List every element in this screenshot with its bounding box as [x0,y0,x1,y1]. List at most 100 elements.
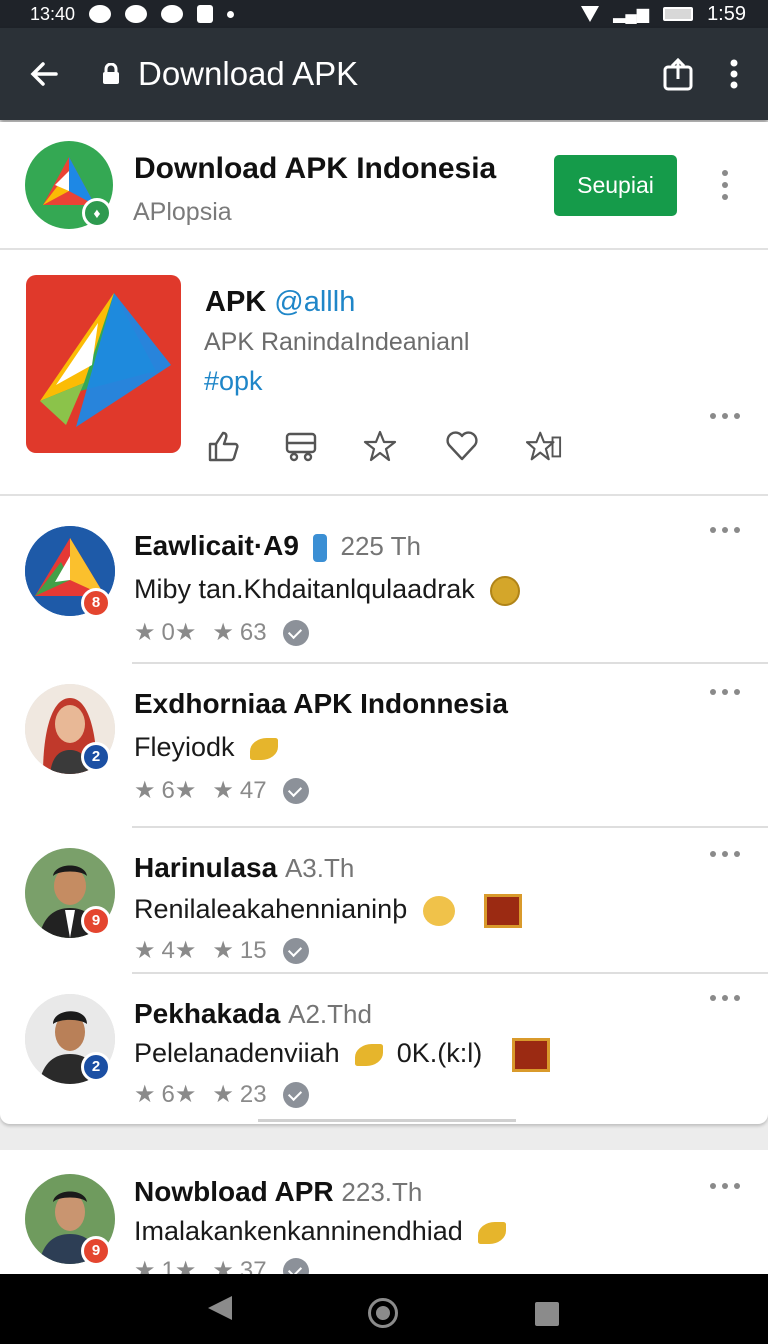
arrow-back-icon [30,62,58,86]
comment-text: Imalakankenkanninendhiad [134,1216,507,1247]
leaf-icon [250,737,279,760]
coin-icon [490,575,521,606]
comment-more-button[interactable] [710,994,740,1002]
nav-home-icon[interactable] [368,1298,398,1328]
feed-card: 9 Nowbload APR 223.Th Imalakankenkannine… [0,1150,768,1274]
comment-author: Nowbload APR 223.Th [134,1176,422,1208]
lock-icon [100,63,122,85]
list-item: 2 Exdhorniaa APK Indonnesia Fleyiodk ★ 6… [0,664,768,828]
rating-value: 1★ [161,1257,197,1274]
comment-author: Harinulasa A3.Th [134,852,354,884]
author-name[interactable]: Nowbload APR [134,1176,334,1207]
leaf-icon [478,1221,507,1244]
comment-more-button[interactable] [710,1182,740,1190]
comment-text: Pelelanadenviiah 0K.(k:l) [134,1038,550,1072]
status-bar: 13:40 ▂▄▆ 1:59 [0,0,768,28]
system-nav-bar [0,1274,768,1344]
back-button[interactable] [24,54,64,94]
like-button[interactable] [205,428,241,464]
notification-icon [197,5,214,23]
rating-value: 4★ [161,937,197,964]
status-left-text: 13:40 [30,3,76,24]
notification-icon [89,5,112,23]
nav-recents-icon[interactable] [535,1302,559,1326]
comment-body: Fleyiodk [134,732,235,762]
author-name[interactable]: Eawlicait·A9 [134,530,299,561]
share-button[interactable] [658,54,698,94]
rating-value: 0★ [161,619,197,646]
like-icon [208,431,239,462]
follow-button[interactable]: Seupiai [554,155,677,216]
app-bar: Download APK [0,28,768,120]
comment-body: Miby tan.Khdaitanlqulaadrak [134,574,475,604]
cart-button[interactable] [283,428,319,464]
comment-more-button[interactable] [710,526,740,534]
verified-check-icon[interactable] [282,1081,309,1108]
favorite-button[interactable] [362,428,398,464]
comment-extra: 0K.(k:l) [396,1038,483,1069]
list-item: 8 Eawlicait·A9 225 Th Miby tan.Khdaitanl… [0,496,768,664]
comment-text: Miby tan.Khdaitanlqulaadrak [134,574,521,606]
picture-frame-icon [484,894,523,928]
love-button[interactable] [444,428,480,464]
comment-body: Imalakankenkanninendhiad [134,1216,463,1246]
user-badge: 2 [81,1052,111,1082]
channel-subtitle: APlopsia [133,198,232,226]
star-icon: ★ [212,619,234,646]
verified-check-icon[interactable] [282,777,309,804]
comment-time: A2.Thd [288,999,372,1029]
star-icon: ★ [212,777,234,804]
more-vert-icon [730,59,738,89]
comment-body: Renilaleakahennianinþ [134,894,408,925]
author-name[interactable]: Harinulasa [134,852,277,883]
post-handle[interactable]: @alllh [274,286,355,318]
verified-badge: ♦ [82,198,112,228]
comment-time: A3.Th [284,853,355,883]
comment-author: Pekhakada A2.Thd [134,998,372,1030]
post-title: APK @alllh [205,286,355,319]
comment-text: Fleyiodk [134,732,279,763]
user-badge: 2 [81,742,111,772]
comment-more-button[interactable] [710,688,740,696]
rating-count: 63 [239,618,267,646]
scroll-indicator [258,1119,516,1122]
bottle-icon [312,533,327,562]
comment-more-button[interactable] [710,850,740,858]
channel-header: ♦ Download APK Indonesia APlopsia Seupia… [0,122,768,250]
verified-check-icon[interactable] [282,1257,309,1274]
star-icon: ★ [134,619,156,646]
post-more-button[interactable] [710,412,740,420]
star-icon: ★ [134,1257,156,1274]
post-hashtag[interactable]: #opk [204,366,263,397]
app-icon[interactable] [26,275,181,453]
rating-count: 47 [239,776,267,804]
author-name[interactable]: Exdhorniaa APK Indonnesia [134,688,508,719]
signal-icon: ▂▄▆ [613,6,650,23]
more-options-button[interactable] [724,54,744,94]
leaf-icon [355,1044,384,1066]
notification-icon [125,5,148,23]
picture-frame-icon [511,1038,550,1072]
post-title-text: APK [205,286,267,318]
verified-check-icon[interactable] [282,619,309,646]
page-title: Download APK [138,55,359,92]
verified-check-icon[interactable] [282,937,309,964]
rating-count: 15 [239,936,267,964]
comment-text: Renilaleakahennianinþ [134,894,523,928]
star-icon: ★ [212,937,234,964]
status-right: ▂▄▆ 1:59 [581,3,746,26]
comment-author: Exdhorniaa APK Indonnesia [134,688,508,720]
author-name[interactable]: Pekhakada [134,998,280,1029]
rate-icon [526,431,562,461]
nav-back-icon[interactable] [208,1296,232,1320]
feed-card: ♦ Download APK Indonesia APlopsia Seupia… [0,122,768,1124]
battery-icon [663,7,694,21]
list-item: 9 Nowbload APR 223.Th Imalakankenkannine… [0,1150,768,1274]
rating-value: 6★ [161,1081,197,1108]
channel-more-button[interactable] [721,170,729,200]
notification-icon [161,5,184,23]
rate-button[interactable] [526,428,562,464]
channel-title[interactable]: Download APK Indonesia [134,152,496,186]
rating-value: 6★ [161,777,197,804]
star-icon: ★ [134,777,156,804]
